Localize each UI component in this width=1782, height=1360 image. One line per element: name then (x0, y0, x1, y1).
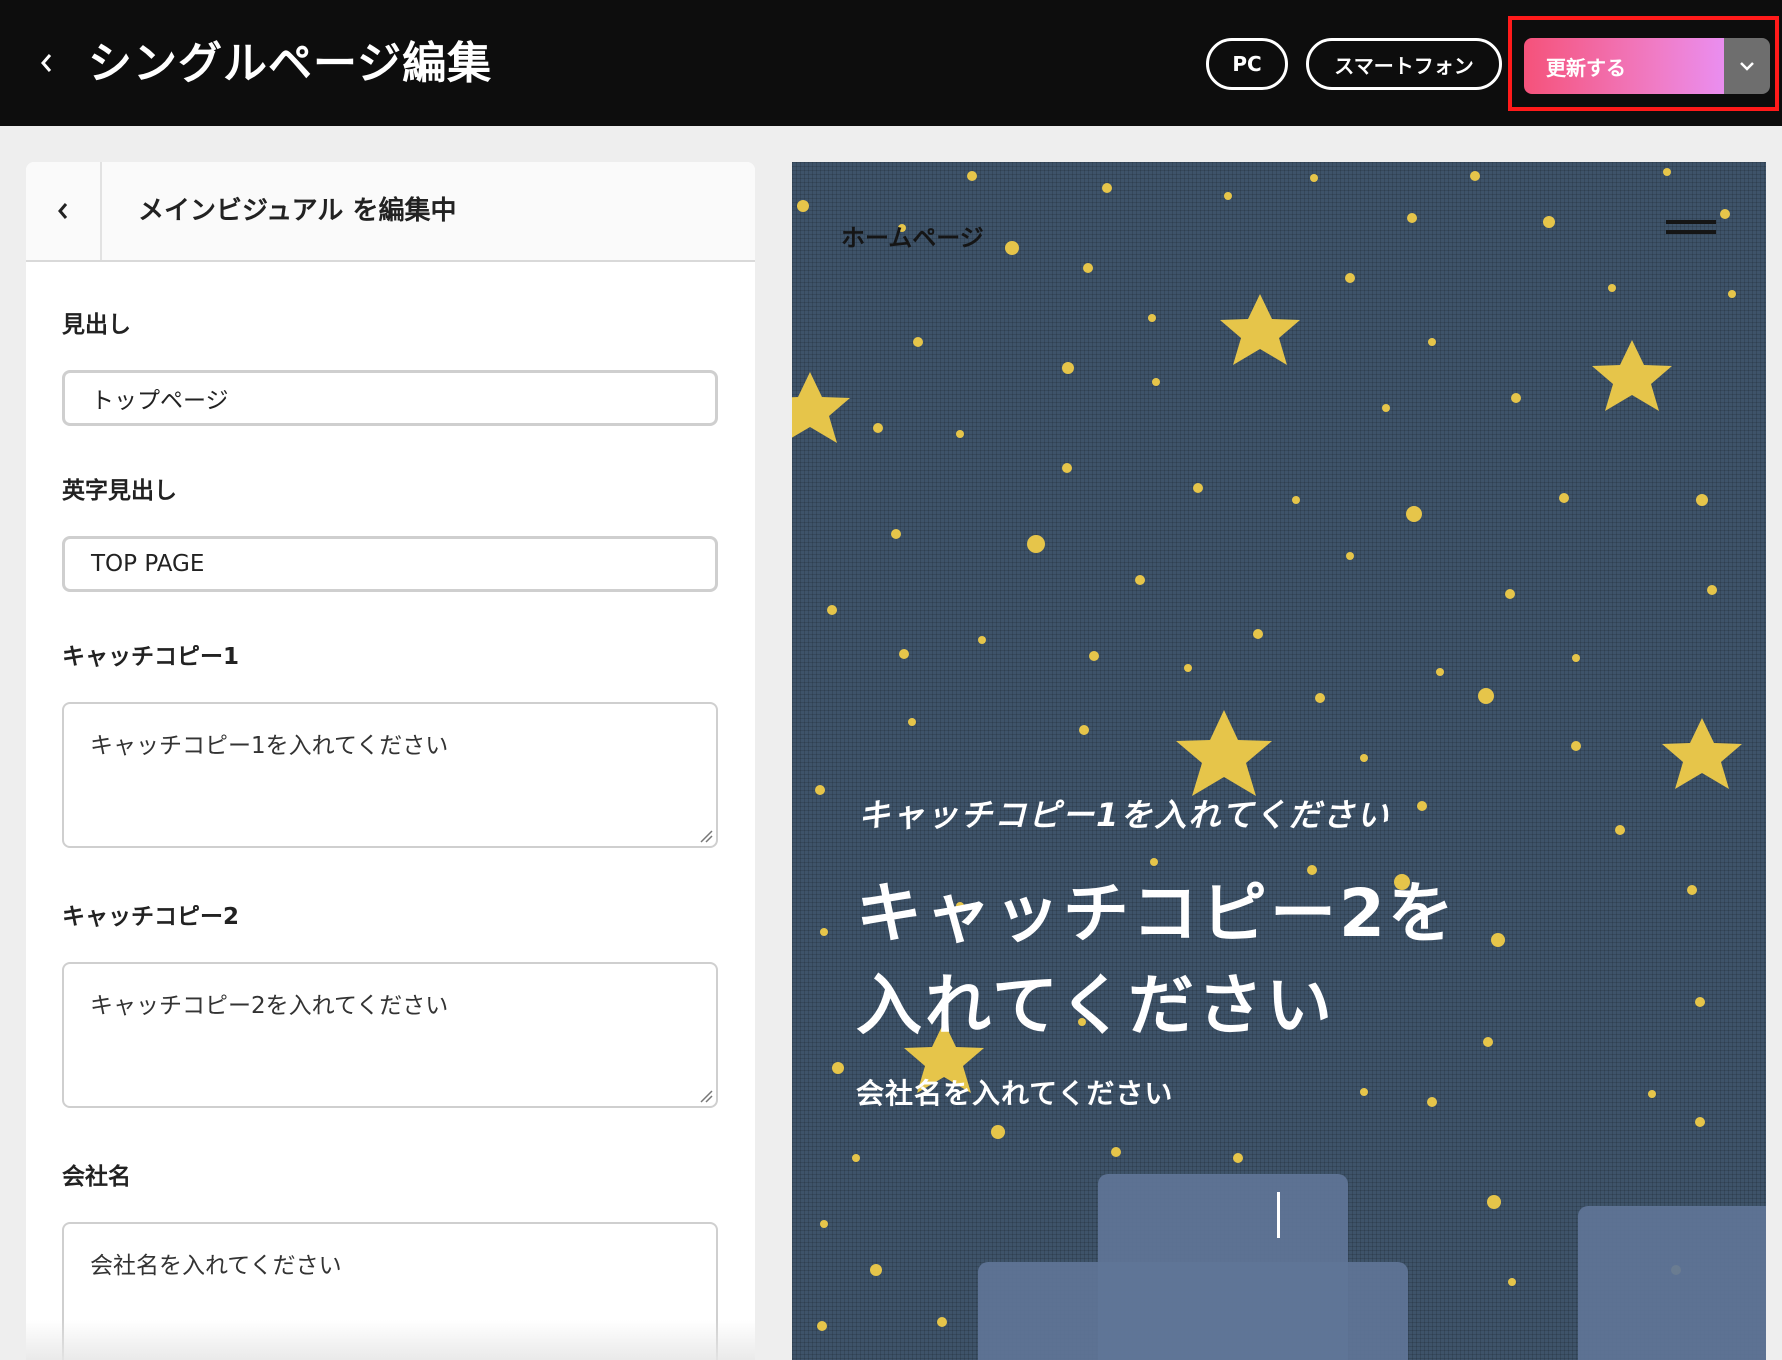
text-cursor (1277, 1192, 1280, 1238)
smartphone-view-button[interactable]: スマートフォン (1306, 38, 1502, 90)
catch2-textarea[interactable]: キャッチコピー2を入れてください (62, 962, 718, 1108)
heading-label: 見出し (62, 312, 131, 338)
back-chevron-icon[interactable] (34, 48, 60, 78)
editor-panel: メインビジュアル を編集中 見出し トップページ 英字見出し TOP PAGE … (26, 162, 755, 1360)
catch2-value: キャッチコピー2を入れてください (90, 993, 449, 1019)
preview-pane: ホームページ キャッチコピー1を入れてください キャッチコピー2を入れてください… (792, 162, 1766, 1360)
page-title: シングルページ編集 (88, 38, 493, 89)
chevron-down-icon (1740, 62, 1754, 71)
preview-catch1: キャッチコピー1を入れてください (858, 796, 1391, 834)
catch1-value: キャッチコピー1を入れてください (90, 733, 449, 759)
chevron-left-icon (58, 203, 68, 219)
update-dropdown-button[interactable] (1724, 38, 1770, 94)
building-shape (978, 1262, 1408, 1360)
resize-handle-icon[interactable] (699, 829, 713, 843)
company-value: 会社名を入れてください (90, 1253, 342, 1279)
en-heading-input[interactable]: TOP PAGE (62, 536, 718, 592)
company-label: 会社名 (62, 1164, 131, 1190)
preview-company: 会社名を入れてください (856, 1077, 1174, 1110)
top-bar: シングルページ編集 PC スマートフォン 更新する (0, 0, 1782, 126)
preview-catch2: キャッチコピー2を入れてください (856, 875, 1457, 1044)
editor-header: メインビジュアル を編集中 (26, 162, 755, 262)
editor-title: メインビジュアル を編集中 (138, 196, 457, 226)
en-heading-label: 英字見出し (62, 478, 177, 504)
heading-input[interactable]: トップページ (62, 370, 718, 426)
pc-view-button[interactable]: PC (1206, 38, 1288, 90)
update-button[interactable]: 更新する (1524, 38, 1724, 94)
resize-handle-icon[interactable] (699, 1089, 713, 1103)
catch1-label: キャッチコピー1 (62, 644, 240, 670)
catch2-label: キャッチコピー2 (62, 904, 240, 930)
update-highlight: 更新する (1508, 16, 1779, 111)
panel-fade (26, 1320, 755, 1360)
building-shape (1578, 1206, 1766, 1360)
editor-back-button[interactable] (26, 162, 102, 260)
hamburger-menu-icon[interactable] (1666, 220, 1716, 242)
catch1-textarea[interactable]: キャッチコピー1を入れてください (62, 702, 718, 848)
preview-site-name[interactable]: ホームページ (841, 218, 984, 253)
